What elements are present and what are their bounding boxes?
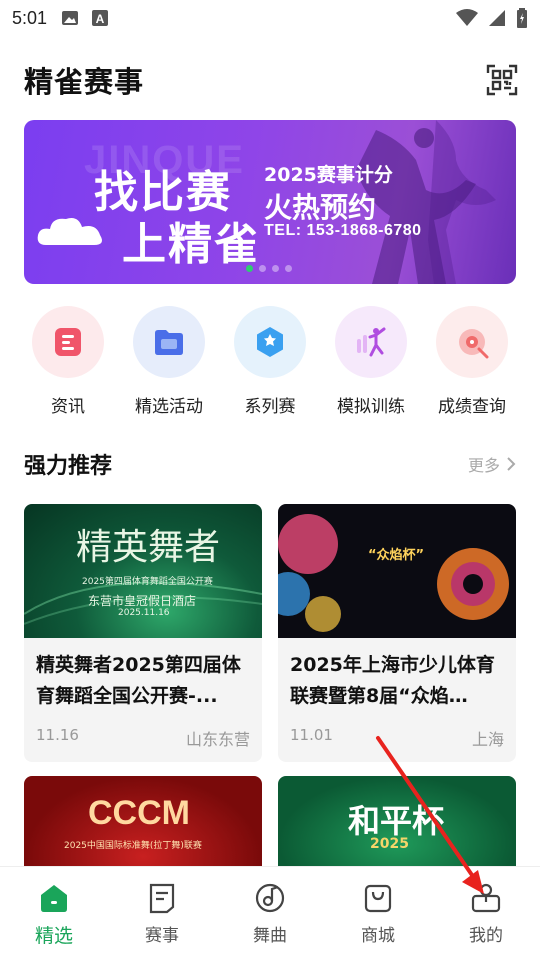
quick-nav-label: 资讯 — [51, 397, 85, 417]
record-icon — [459, 329, 489, 359]
tab-label: 我的 — [469, 926, 503, 946]
signal-icon — [489, 10, 505, 26]
tab-shop[interactable]: 商城 — [324, 867, 432, 960]
shopping-bag-icon — [364, 884, 392, 913]
quick-nav-series[interactable]: 系列赛 — [220, 306, 320, 417]
qr-scan-button[interactable] — [484, 62, 520, 98]
quick-nav-results[interactable]: 成绩查询 — [422, 306, 522, 417]
banner-dot[interactable] — [259, 265, 266, 272]
status-system-icons — [456, 8, 528, 28]
quick-nav-icon-bg — [436, 306, 508, 378]
banner-dot[interactable] — [246, 265, 253, 272]
banner-subtitle-1: 2025赛事计分 — [264, 164, 393, 186]
bottom-tab-bar: 精选 赛事 舞曲 商城 我的 — [0, 866, 540, 960]
colorful-splash-decoration — [278, 514, 509, 632]
event-card-image: 精英舞者 2025第四届体育舞蹈全国公开赛 东营市皇冠假日酒店 2025.11.… — [24, 504, 262, 638]
page-title: 精雀赛事 — [24, 65, 145, 99]
event-card[interactable]: 精英舞者 2025第四届体育舞蹈全国公开赛 东营市皇冠假日酒店 2025.11.… — [24, 504, 262, 762]
card-image-title: 精英舞者 — [76, 527, 221, 568]
status-bar: 5:01 A — [0, 0, 540, 36]
chevron-right-icon — [507, 457, 516, 471]
more-link[interactable]: 更多 — [468, 452, 516, 476]
image-notification-icon — [62, 11, 79, 25]
banner-subtitle-2: 火热预约 — [264, 191, 377, 224]
tab-events[interactable]: 赛事 — [108, 867, 216, 960]
folder-icon — [155, 330, 183, 355]
event-title: 精英舞者2025第四届体育舞蹈全国公开赛-... — [36, 654, 241, 707]
status-time: 5:01 — [12, 7, 48, 28]
quick-nav-label: 系列赛 — [244, 397, 296, 417]
event-title: 2025年上海市少儿体育联赛暨第8届“众焰… — [290, 654, 495, 707]
card-image-cup: “众焰杯” — [368, 548, 425, 563]
font-notification-icon: A — [92, 10, 109, 26]
tab-label: 舞曲 — [253, 926, 287, 946]
home-icon — [41, 885, 67, 912]
news-icon — [55, 328, 81, 356]
status-notification-icons: A — [61, 9, 109, 27]
tab-label: 精选 — [34, 925, 73, 947]
music-disc-icon — [255, 883, 285, 913]
card-image-subtitle: 2025中国国际标准舞(拉丁舞)联赛 — [64, 841, 202, 851]
event-meta: 11.16 山东东营 — [36, 726, 250, 750]
more-label: 更多 — [467, 456, 500, 475]
profile-icon — [471, 883, 501, 913]
tab-label: 商城 — [361, 926, 395, 946]
card-image-date: 2025.11.16 — [118, 608, 170, 618]
recommend-section-header: 强力推荐 更多 — [24, 446, 516, 482]
banner-dot[interactable] — [285, 265, 292, 272]
quick-nav-icon-bg — [32, 306, 104, 378]
section-title: 强力推荐 — [24, 454, 113, 479]
event-date: 11.01 — [290, 726, 333, 744]
banner-phone: TEL: 153-1868-6780 — [264, 222, 422, 239]
event-card[interactable]: “众焰杯” 2025年上海市少儿体育联赛暨第8届“众焰… 11.01 上海 — [278, 504, 516, 762]
event-card-body: 2025年上海市少儿体育联赛暨第8届“众焰… 11.01 上海 — [278, 638, 516, 762]
event-card-body: 精英舞者2025第四届体育舞蹈全国公开赛-... 11.16 山东东营 — [24, 638, 262, 762]
dancer-icon — [357, 327, 386, 357]
event-meta: 11.01 上海 — [290, 726, 504, 750]
promo-banner[interactable]: JINQUE 找比赛 上精雀 2025赛事计分 火热预约 TEL: 153-18… — [24, 120, 516, 284]
banner-dot[interactable] — [272, 265, 279, 272]
quick-nav-icon-bg — [133, 306, 205, 378]
event-date: 11.16 — [36, 726, 79, 744]
battery-icon — [517, 8, 527, 28]
document-icon — [149, 883, 175, 914]
quick-nav-news[interactable]: 资讯 — [18, 306, 118, 417]
event-location: 上海 — [471, 730, 504, 749]
banner-pagination — [246, 265, 292, 272]
quick-nav-training[interactable]: 模拟训练 — [321, 306, 421, 417]
quick-nav-label: 成绩查询 — [438, 397, 506, 417]
tab-profile[interactable]: 我的 — [432, 867, 540, 960]
card-image-subtitle: 2025 — [370, 836, 409, 852]
card-image-title: CCCM — [88, 794, 190, 832]
banner-headline-2: 上精雀 — [122, 219, 260, 270]
tab-label: 赛事 — [145, 926, 179, 946]
series-badge-icon — [257, 327, 283, 357]
tab-music[interactable]: 舞曲 — [216, 867, 324, 960]
quick-nav-icon-bg — [234, 306, 306, 378]
card-image-subtitle: 2025第四届体育舞蹈全国公开赛 — [82, 577, 213, 587]
quick-nav-icon-bg — [335, 306, 407, 378]
quick-nav-activities[interactable]: 精选活动 — [119, 306, 219, 417]
event-card-image: “众焰杯” — [278, 504, 516, 638]
app-header: 精雀赛事 — [24, 56, 520, 104]
qr-scan-icon — [486, 64, 518, 96]
tab-featured[interactable]: 精选 — [0, 867, 108, 960]
quick-nav-label: 模拟训练 — [337, 397, 405, 417]
quick-nav: 资讯 精选活动 系列赛 模拟训练 成绩查询 — [18, 306, 522, 417]
card-image-venue: 东营市皇冠假日酒店 — [88, 594, 197, 608]
event-location: 山东东营 — [185, 730, 250, 749]
wifi-icon — [456, 9, 478, 26]
quick-nav-label: 精选活动 — [135, 397, 203, 417]
svg-text:A: A — [96, 12, 105, 26]
